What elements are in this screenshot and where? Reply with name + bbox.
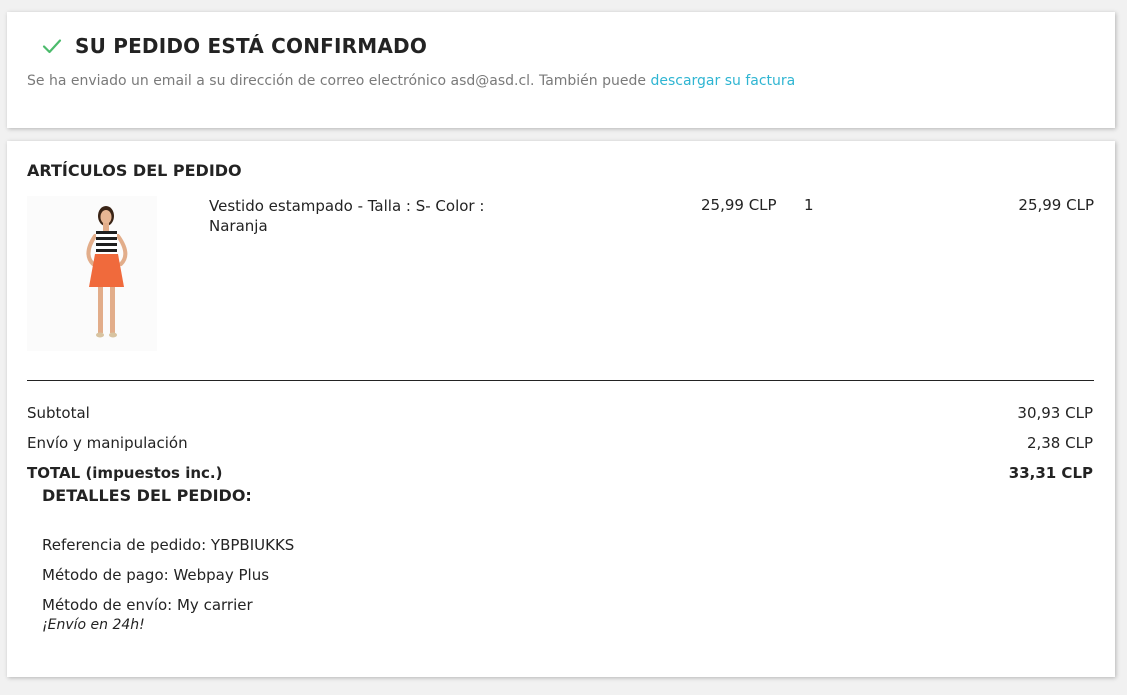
product-quantity: 1	[804, 196, 814, 214]
total-value: 33,31 CLP	[1008, 464, 1093, 482]
subtotal-row: Subtotal 30,93 CLP	[27, 403, 1093, 433]
confirmation-message-line: Se ha enviado un email a su dirección de…	[27, 73, 795, 89]
subtotal-value: 30,93 CLP	[1017, 404, 1093, 422]
order-details-title: DETALLES DEL PEDIDO:	[42, 486, 252, 505]
order-reference: Referencia de pedido: YBPBIUKKS	[42, 536, 295, 554]
check-icon	[41, 35, 63, 57]
shipping-value: 2,38 CLP	[1026, 434, 1093, 452]
shipping-method: Método de envío: My carrier	[42, 596, 253, 614]
divider	[27, 380, 1094, 381]
product-name: Vestido estampado - Talla : S- Color : N…	[209, 197, 485, 235]
payment-method: Método de pago: Webpay Plus	[42, 566, 270, 584]
product-total: 25,99 CLP	[1018, 196, 1094, 214]
product-unit-price: 25,99 CLP	[701, 196, 777, 214]
subtotal-label: Subtotal	[27, 404, 90, 422]
order-card: ARTÍCULOS DEL PEDIDO Vestido estampado -…	[7, 141, 1115, 677]
confirmation-message: Se ha enviado un email a su dirección de…	[27, 73, 651, 89]
confirmation-heading: SU PEDIDO ESTÁ CONFIRMADO	[41, 34, 427, 58]
shipping-note: ¡Envío en 24h!	[42, 617, 145, 633]
order-details: DETALLES DEL PEDIDO: Referencia de pedid…	[42, 486, 294, 635]
download-invoice-link[interactable]: descargar su factura	[650, 73, 795, 89]
order-items-title: ARTÍCULOS DEL PEDIDO	[27, 161, 242, 180]
shipping-row: Envío y manipulación 2,38 CLP	[27, 433, 1093, 463]
confirmation-title: SU PEDIDO ESTÁ CONFIRMADO	[75, 34, 428, 58]
order-totals: Subtotal 30,93 CLP Envío y manipulación …	[27, 403, 1093, 493]
product-image[interactable]	[27, 196, 157, 351]
confirmation-card: SU PEDIDO ESTÁ CONFIRMADO Se ha enviado …	[7, 12, 1115, 128]
shipping-label: Envío y manipulación	[27, 434, 188, 452]
